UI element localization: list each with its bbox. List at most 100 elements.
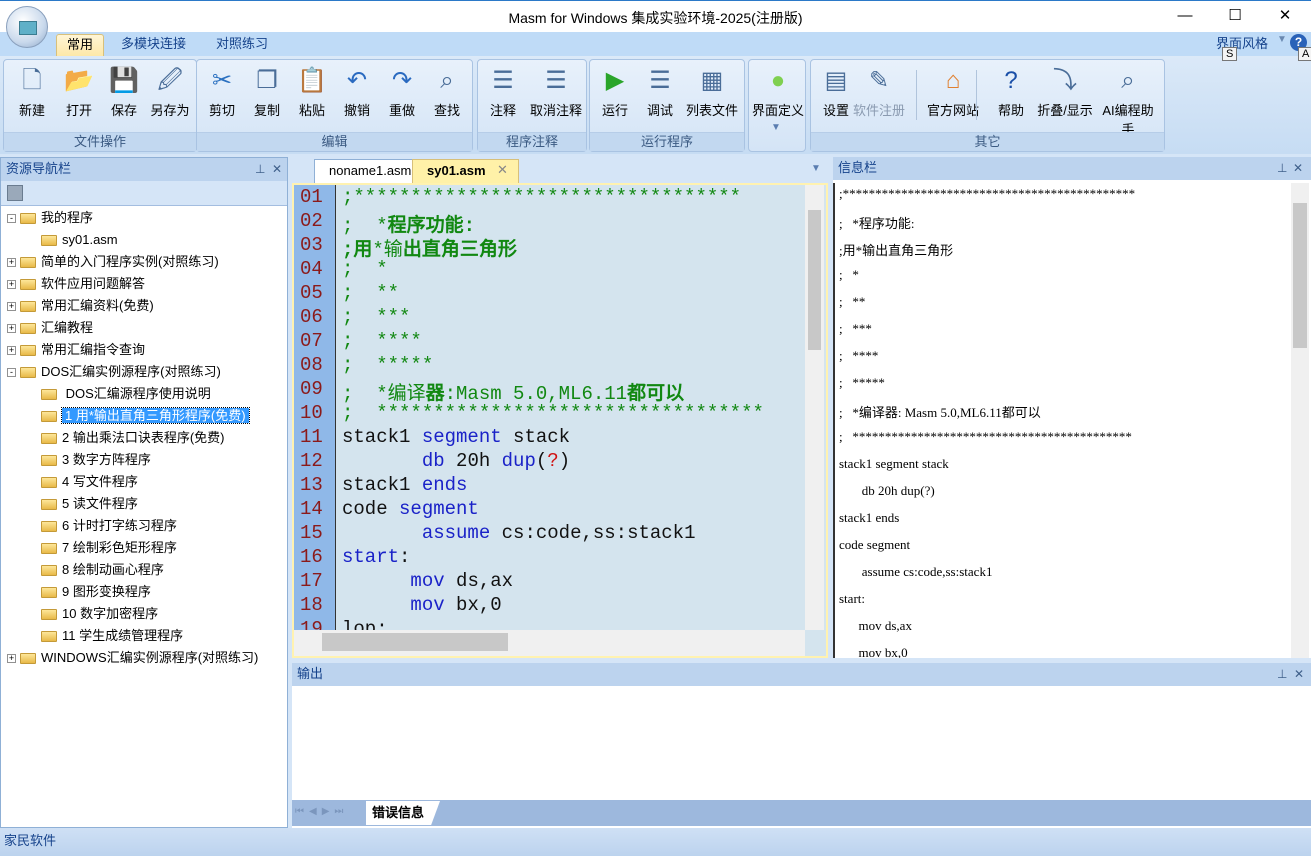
tree-item[interactable]: sy01.asm (41, 229, 118, 251)
tree-item[interactable]: +简单的入门程序实例(对照练习) (7, 251, 219, 273)
tree-item[interactable]: 1 用*输出直角三角形程序(免费) (41, 405, 249, 427)
tree-item[interactable]: +软件应用问题解答 (7, 273, 145, 295)
ribbon-button-find-binoculars[interactable]: ⌕查找 (421, 64, 473, 124)
tree-item-label: 5 读文件程序 (62, 496, 138, 511)
tree-item[interactable]: 4 写文件程序 (41, 471, 138, 493)
line-number: 11 (300, 426, 323, 448)
tree-item[interactable]: -我的程序 (7, 207, 93, 229)
code-area[interactable]: 01020304050607080910111213141516171819 ;… (292, 183, 828, 658)
code-token: cs:code,ss:stack1 (490, 522, 695, 544)
expand-icon[interactable]: + (7, 258, 16, 267)
ribbon-button-new-file[interactable]: 🗋新建 (6, 64, 58, 124)
tab-error-info[interactable]: 错误信息 (366, 801, 440, 825)
tree-item[interactable]: 2 输出乘法口诀表程序(免费) (41, 427, 225, 449)
ribbon-tab-common[interactable]: 常用 (56, 34, 104, 56)
tab-noname1[interactable]: noname1.asm (314, 159, 426, 183)
code-token: ; *** (342, 306, 410, 328)
ribbon-button-register[interactable]: ✎软件注册 (847, 64, 911, 124)
maximize-button[interactable]: ☐ (1212, 5, 1258, 29)
ribbon-button-fold[interactable]: ⤵折叠/显示 (1033, 64, 1097, 124)
tree-item[interactable]: -DOS汇编实例源程序(对照练习) (7, 361, 221, 383)
close-icon[interactable]: ✕ (1294, 667, 1304, 681)
tree-item[interactable]: +WINDOWS汇编实例源程序(对照练习) (7, 647, 258, 669)
dropdown-arrow-icon[interactable]: ▼ (771, 122, 781, 133)
redo-icon: ↷ (387, 66, 417, 96)
tree-item[interactable]: 10 数字加密程序 (41, 603, 158, 625)
pin-icon[interactable]: ⊥ (1277, 161, 1287, 175)
tab-list-dropdown-icon[interactable]: ▼ (811, 163, 821, 174)
tree-item[interactable]: 5 读文件程序 (41, 493, 138, 515)
info-scroll-thumb[interactable] (1293, 203, 1307, 348)
ribbon-button-list-file[interactable]: ▦列表文件 (680, 64, 744, 124)
ribbon-button-save-as[interactable]: 🖉另存为 (144, 64, 196, 124)
find-binoculars-icon: ⌕ (432, 66, 462, 96)
tab-close-icon[interactable]: ✕ (497, 162, 508, 178)
ribbon-button-ai-binoculars[interactable]: ⌕AI编程助手 (1096, 64, 1160, 124)
ribbon-button-uncomment[interactable]: ☰取消注释 (524, 64, 588, 124)
line-number: 02 (300, 210, 323, 232)
tree-item-label: 7 绘制彩色矩形程序 (62, 540, 177, 555)
ribbon-button-save[interactable]: 💾保存 (98, 64, 150, 124)
save-as-icon: 🖉 (155, 66, 185, 96)
pin-icon[interactable]: ⊥ (255, 162, 265, 176)
tree-item[interactable]: +常用汇编资料(免费) (7, 295, 154, 317)
folder-icon (41, 411, 57, 422)
code-line: assume cs:code,ss:stack1 (342, 522, 695, 544)
tab-nav-arrows-icon[interactable]: ⏮◀▶⏭ (295, 806, 348, 817)
ribbon-button-debug[interactable]: ☰调试 (634, 64, 686, 124)
code-token: stack1 (342, 426, 422, 448)
editor-vertical-scrollbar[interactable] (805, 185, 824, 630)
expand-icon[interactable]: + (7, 302, 16, 311)
tree-item-label: 6 计时打字练习程序 (62, 518, 177, 533)
nav-refresh-icon[interactable] (7, 185, 23, 201)
expand-icon[interactable]: + (7, 654, 16, 663)
app-menu-button[interactable] (6, 6, 48, 48)
ribbon-tab-multimodule[interactable]: 多模块连接 (111, 34, 196, 56)
folder-icon (41, 499, 57, 510)
expand-icon[interactable]: + (7, 346, 16, 355)
ribbon-button-ui-define[interactable]: ●界面定义 (746, 64, 810, 124)
info-scrollbar[interactable] (1291, 183, 1309, 658)
tree-item[interactable]: 11 学生成绩管理程序 (41, 625, 183, 647)
style-dropdown-icon[interactable]: ▼ (1277, 34, 1287, 45)
paste-icon: 📋 (297, 66, 327, 96)
tree-item[interactable]: 9 图形变换程序 (41, 581, 151, 603)
tree-item[interactable]: +常用汇编指令查询 (7, 339, 145, 361)
close-icon[interactable]: ✕ (1293, 161, 1303, 175)
pin-icon[interactable]: ⊥ (1277, 667, 1287, 681)
code-token: ; ** (342, 282, 399, 304)
line-number: 03 (300, 234, 323, 256)
code-line: ; *程序功能: (342, 210, 475, 237)
ribbon-tab-practice[interactable]: 对照练习 (206, 34, 278, 56)
tree-item[interactable]: 3 数字方阵程序 (41, 449, 151, 471)
tree-item-label: 汇编教程 (41, 320, 93, 335)
close-button[interactable]: ✕ (1262, 5, 1308, 29)
expand-icon[interactable]: + (7, 280, 16, 289)
code-token: code (342, 498, 399, 520)
collapse-icon[interactable]: - (7, 368, 16, 377)
tree-item[interactable]: + 汇编教程 (7, 317, 93, 339)
ribbon-button-label: 折叠/显示 (1033, 100, 1097, 119)
tree-item-label: 1 用*输出直角三角形程序(免费) (62, 408, 249, 423)
tree-item[interactable]: 8 绘制动画心程序 (41, 559, 164, 581)
line-number: 04 (300, 258, 323, 280)
line-number: 18 (300, 594, 323, 616)
folder-icon (20, 323, 36, 334)
close-icon[interactable]: ✕ (272, 162, 282, 176)
vscroll-thumb[interactable] (808, 210, 821, 350)
ribbon-button-help[interactable]: ?帮助 (985, 64, 1037, 124)
tree-item[interactable]: 6 计时打字练习程序 (41, 515, 177, 537)
output-panel: 输出 ⊥ ✕ ⏮◀▶⏭ 错误信息 (292, 663, 1311, 828)
info-line: mov bx,0 (839, 645, 908, 658)
editor-horizontal-scrollbar[interactable] (294, 630, 805, 656)
ribbon-button-comment[interactable]: ☰注释 (477, 64, 529, 124)
tree-item[interactable]: 7 绘制彩色矩形程序 (41, 537, 177, 559)
code-token: ; **** (342, 330, 422, 352)
collapse-icon[interactable]: - (7, 214, 16, 223)
tree-item-label: DOS汇编源程序使用说明 (62, 386, 211, 401)
expand-icon[interactable]: + (7, 324, 16, 333)
hscroll-thumb[interactable] (322, 633, 508, 651)
code-token: segment (399, 498, 479, 520)
minimize-button[interactable]: — (1162, 5, 1208, 29)
tree-item[interactable]: DOS汇编源程序使用说明 (41, 383, 211, 405)
